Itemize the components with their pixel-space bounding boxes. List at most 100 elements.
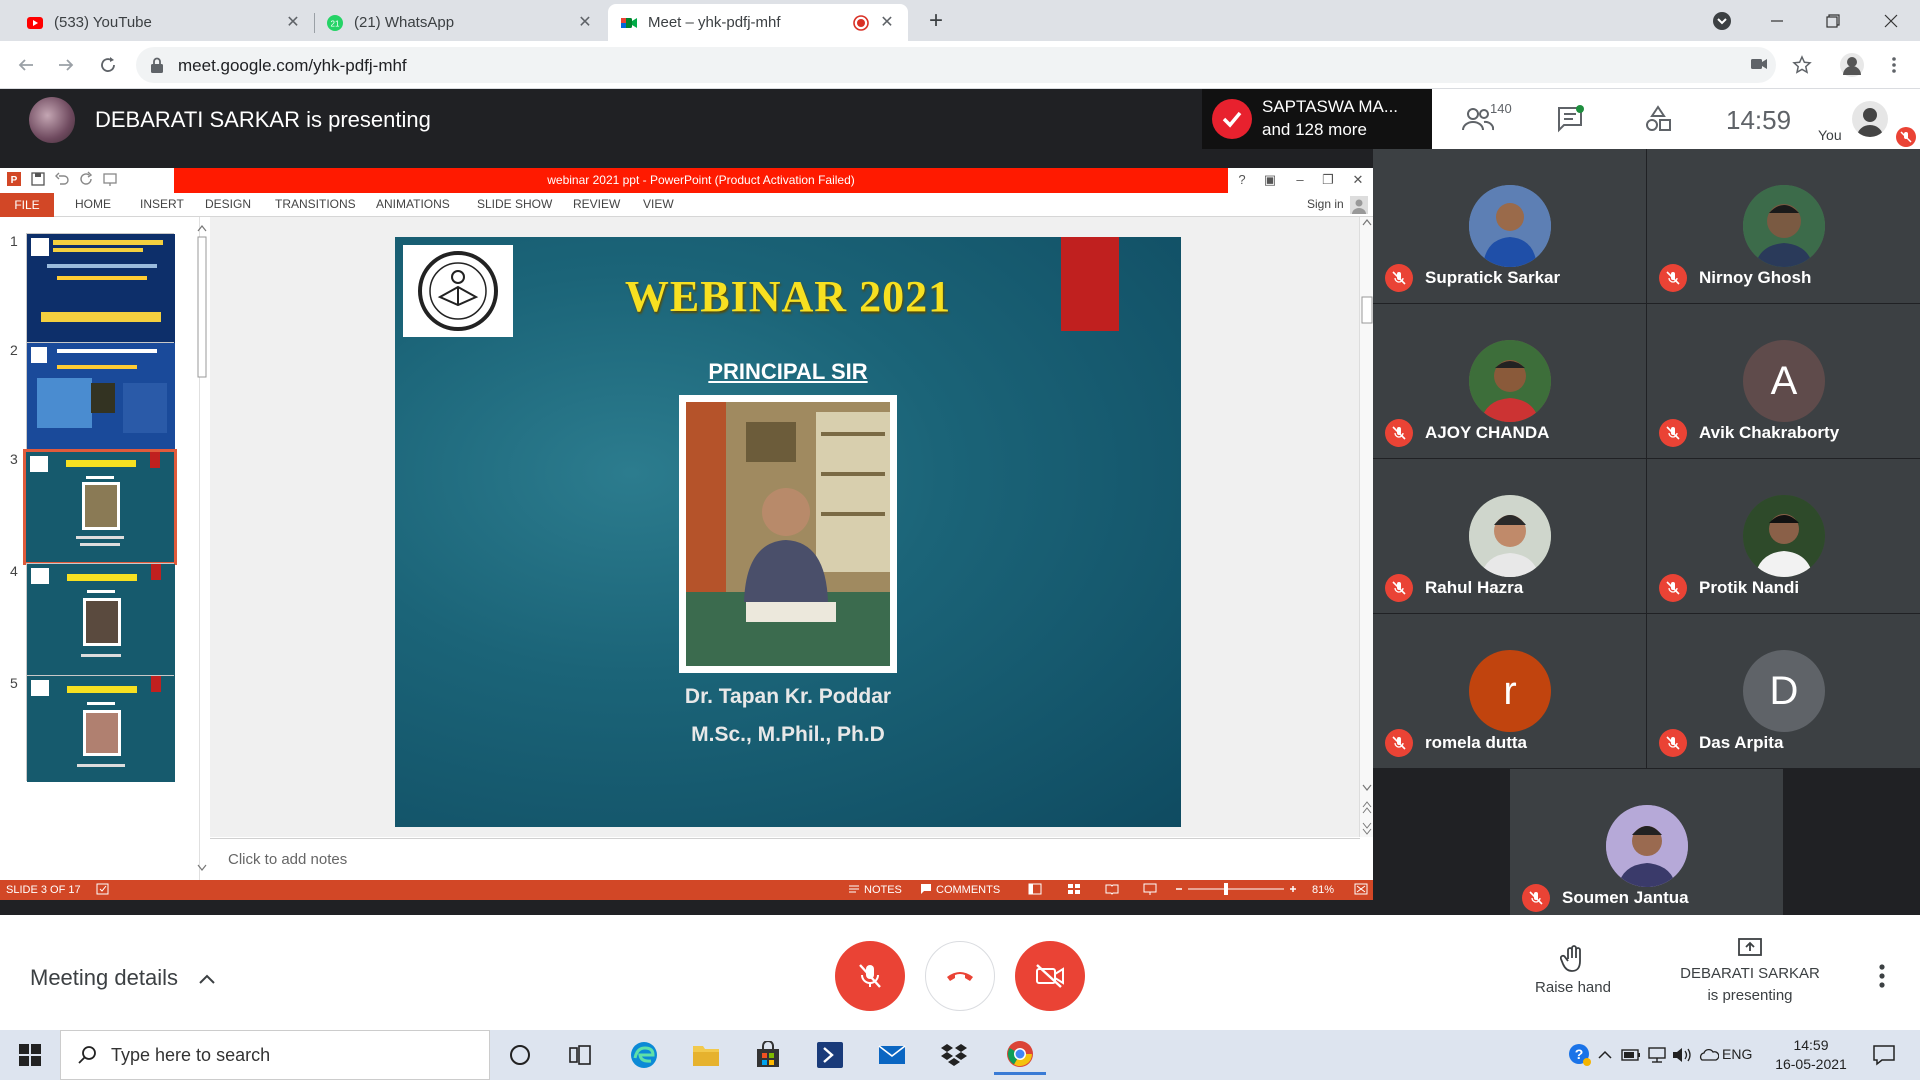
address-bar[interactable]: meet.google.com/yhk-pdfj-mhf <box>136 47 1776 83</box>
comments-toggle[interactable]: COMMENTS <box>936 884 1000 896</box>
account-icon[interactable] <box>1350 196 1368 214</box>
powershell-icon[interactable] <box>808 1035 852 1075</box>
tab-whatsapp[interactable]: 21 (21) WhatsApp ✕ <box>314 4 606 41</box>
slide-vertical-scrollbar[interactable] <box>1359 217 1373 837</box>
spell-check-icon[interactable] <box>96 882 110 896</box>
close-window-icon[interactable] <box>1868 0 1914 41</box>
ppt-close-icon[interactable]: ✕ <box>1350 172 1366 188</box>
chrome-taskbar-icon[interactable] <box>994 1035 1046 1075</box>
reload-icon[interactable] <box>94 51 122 79</box>
onedrive-icon[interactable] <box>1694 1035 1724 1075</box>
chrome-menu-icon[interactable] <box>1880 51 1908 79</box>
input-language[interactable]: ENG <box>1722 1046 1752 1062</box>
people-count: 140 <box>1490 101 1512 116</box>
participant-tile[interactable]: Supratick Sarkar <box>1373 149 1646 303</box>
tab-search-icon[interactable] <box>1699 0 1745 41</box>
lock-icon[interactable] <box>150 57 164 73</box>
back-arrow-icon[interactable] <box>12 51 40 79</box>
taskbar-clock[interactable]: 14:59 16-05-2021 <box>1770 1036 1852 1074</box>
zoom-slider[interactable] <box>1174 881 1298 897</box>
notes-pane[interactable]: Click to add notes <box>210 838 1360 880</box>
mail-icon[interactable] <box>870 1035 914 1075</box>
more-options-icon[interactable] <box>1870 961 1894 991</box>
minimize-icon[interactable] <box>1754 0 1800 41</box>
file-explorer-icon[interactable] <box>684 1035 728 1075</box>
reading-view-icon[interactable] <box>1105 883 1119 895</box>
present-now-button[interactable]: DEBARATI SARKAR is presenting <box>1660 937 1840 1007</box>
meeting-details-button[interactable]: Meeting details <box>30 965 216 991</box>
self-view-avatar[interactable] <box>1852 101 1888 137</box>
leave-call-button[interactable] <box>925 941 995 1011</box>
ribbon-tab-animations[interactable]: ANIMATIONS <box>376 197 450 211</box>
ppt-minimize-icon[interactable]: – <box>1292 172 1308 188</box>
slide-thumbnail-3-selected[interactable] <box>23 449 177 565</box>
ribbon-tab-view[interactable]: VIEW <box>643 197 674 211</box>
taskbar-search-box[interactable]: Type here to search <box>60 1030 490 1080</box>
microsoft-store-icon[interactable] <box>746 1035 790 1075</box>
chat-icon[interactable] <box>1554 103 1586 135</box>
participant-tile[interactable]: D Das Arpita <box>1647 614 1920 768</box>
mic-toggle-button[interactable] <box>835 941 905 1011</box>
start-from-beginning-icon[interactable] <box>102 171 118 187</box>
restore-icon[interactable] <box>1810 0 1856 41</box>
slide-thumbnail-5[interactable] <box>26 675 175 782</box>
ribbon-tab-insert[interactable]: INSERT <box>140 197 184 211</box>
ribbon-tab-home[interactable]: HOME <box>75 197 111 211</box>
ppt-restore-icon[interactable]: ❐ <box>1320 172 1336 188</box>
raise-hand-button[interactable]: Raise hand <box>1508 945 1638 996</box>
ribbon-tab-file[interactable]: FILE <box>0 193 54 217</box>
bookmark-star-icon[interactable] <box>1788 51 1816 79</box>
close-tab-icon[interactable]: ✕ <box>878 14 896 32</box>
new-tab-button[interactable]: + <box>922 8 950 36</box>
slide-sorter-icon[interactable] <box>1067 883 1081 895</box>
ribbon-tab-design[interactable]: DESIGN <box>205 197 251 211</box>
comments-icon[interactable] <box>920 883 932 895</box>
camera-in-use-icon[interactable] <box>1750 57 1768 71</box>
zoom-level[interactable]: 81% <box>1312 884 1334 896</box>
sign-in-link[interactable]: Sign in <box>1307 197 1344 211</box>
normal-view-icon[interactable] <box>1028 883 1042 895</box>
undo-icon[interactable] <box>54 171 70 187</box>
ribbon-tab-review[interactable]: REVIEW <box>573 197 620 211</box>
dropbox-icon[interactable] <box>932 1035 976 1075</box>
ribbon-display-icon[interactable]: ▣ <box>1262 172 1278 188</box>
edge-browser-icon[interactable] <box>622 1035 666 1075</box>
slide-thumbnail-2[interactable] <box>26 342 175 455</box>
current-slide[interactable]: WEBINAR 2021 PRINCIPAL SIR Dr. Tapan Kr.… <box>395 237 1181 827</box>
close-tab-icon[interactable]: ✕ <box>284 14 302 32</box>
slide-thumbnail-1[interactable] <box>26 233 175 346</box>
slide-thumbnail-4[interactable] <box>26 563 175 676</box>
participant-name: Das Arpita <box>1699 733 1784 752</box>
ribbon-tab-transitions[interactable]: TRANSITIONS <box>275 197 356 211</box>
join-notification[interactable]: SAPTASWA MA... and 128 more <box>1202 89 1432 149</box>
task-view-icon[interactable] <box>558 1035 602 1075</box>
thumbnails-scrollbar[interactable] <box>196 223 208 873</box>
camera-toggle-button[interactable] <box>1015 941 1085 1011</box>
participant-tile[interactable]: AJOY CHANDA <box>1373 304 1646 458</box>
activities-icon[interactable] <box>1642 103 1674 135</box>
participant-tile[interactable]: Soumen Jantua <box>1510 769 1783 923</box>
redo-icon[interactable] <box>78 171 94 187</box>
windows-start-icon[interactable] <box>0 1030 60 1080</box>
save-icon[interactable] <box>30 171 46 187</box>
fit-to-window-icon[interactable] <box>1354 883 1368 895</box>
participant-tile[interactable]: r romela dutta <box>1373 614 1646 768</box>
participant-tile[interactable]: A Avik Chakraborty <box>1647 304 1920 458</box>
profile-avatar-icon[interactable] <box>1838 51 1866 79</box>
tab-youtube[interactable]: (533) YouTube ✕ <box>14 4 314 41</box>
participant-tile[interactable]: Nirnoy Ghosh <box>1647 149 1920 303</box>
tab-meet[interactable]: Meet – yhk-pdfj-mhf ✕ <box>608 4 908 41</box>
help-icon[interactable]: ? <box>1234 172 1250 188</box>
close-tab-icon[interactable]: ✕ <box>576 14 594 32</box>
slide-show-icon[interactable] <box>1143 883 1157 895</box>
participant-tile[interactable]: Rahul Hazra <box>1373 459 1646 613</box>
cortana-icon[interactable] <box>498 1035 542 1075</box>
notes-toggle[interactable]: NOTES <box>864 884 902 896</box>
notifications-icon[interactable] <box>1862 1035 1906 1075</box>
forward-arrow-icon[interactable] <box>52 51 80 79</box>
participant-tile[interactable]: Protik Nandi <box>1647 459 1920 613</box>
joined-more-count: and 128 more <box>1262 120 1367 139</box>
ribbon-tab-slide-show[interactable]: SLIDE SHOW <box>477 197 552 211</box>
google-meet-icon <box>620 14 638 32</box>
notes-icon[interactable] <box>848 883 860 895</box>
